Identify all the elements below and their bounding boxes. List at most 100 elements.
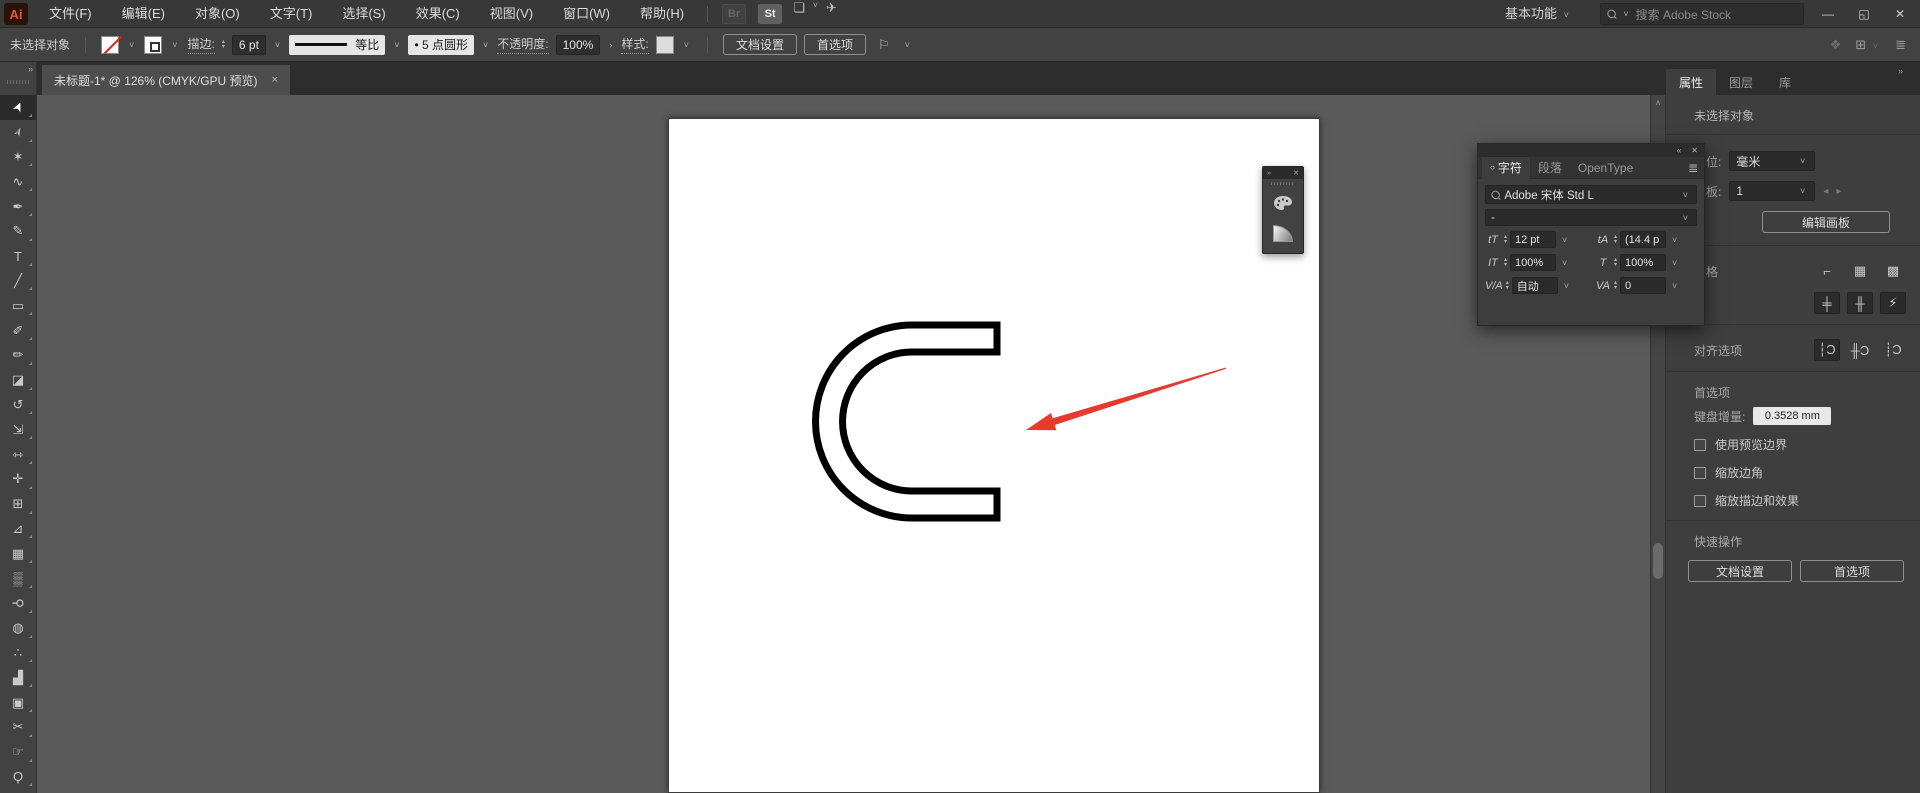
selection-tool[interactable]: ➤ [0,95,36,120]
edit-artboards-button[interactable]: 编辑画板 [1762,211,1890,233]
stock-search-input[interactable]: Ϙ ˅ 搜索 Adobe Stock [1600,3,1804,25]
flag-icon[interactable]: ⚐ [878,37,890,53]
scrollbar-thumb[interactable] [1653,543,1663,579]
color-panel-icon[interactable] [1263,188,1303,218]
bridge-badge-icon[interactable]: Br [722,4,747,24]
canvas-pasteboard[interactable]: » ✕ [37,95,1650,793]
snap-to-point-icon[interactable]: ┆Ɔ [1814,339,1840,361]
chevron-down-icon[interactable]: ˅ [392,40,401,50]
units-select[interactable]: 毫米 ˅ [1729,151,1816,171]
column-graph-tool[interactable]: ▟ [0,665,36,690]
magic-wand-tool[interactable]: ✶ [0,145,36,170]
tab-paragraph[interactable]: 段落 [1530,157,1570,179]
menu-help[interactable]: 帮助(H) [625,0,699,28]
fill-swatch[interactable] [101,35,120,54]
stroke-label[interactable]: 描边: [187,35,215,54]
opacity-field[interactable]: 100% [555,34,601,55]
gradient-tool[interactable]: ▒ [0,566,36,591]
snap-to-pixel-icon[interactable]: ╫ [1847,292,1873,314]
width-tool[interactable]: ⇿ [0,442,36,467]
chevron-down-icon[interactable]: ˅ [813,0,818,28]
chevron-down-icon[interactable]: ˅ [1564,281,1569,291]
zoom-tool[interactable]: Ϙ [0,765,36,790]
minimize-button[interactable]: — [1810,0,1846,28]
mesh-tool[interactable]: ▦ [0,541,36,566]
slice-tool[interactable]: ✂ [0,715,36,740]
workspace-switcher[interactable]: 基本功能 ˅ [1505,0,1572,28]
eyedropper-tool[interactable]: ⚲ [0,591,36,616]
show-grid-icon[interactable]: ▦ [1847,260,1873,282]
brush-select[interactable]: • 5 点圆形 [408,34,475,55]
collapse-icon[interactable]: « [1677,146,1681,155]
menu-select[interactable]: 选择(S) [327,0,400,28]
puppet-warp-tool[interactable]: ✛ [0,467,36,492]
type-tool[interactable]: T [0,244,36,269]
font-style-select[interactable]: - ˅ [1485,209,1697,226]
chevron-down-icon[interactable]: ˅ [1672,258,1677,268]
document-setup-button[interactable]: 文档设置 [722,34,797,55]
panel-grip[interactable] [1271,182,1295,185]
tab-close-icon[interactable]: × [272,74,278,86]
stepper-icon[interactable]: ▴ ▾ [1614,234,1617,245]
rotate-tool[interactable]: ↺ [0,393,36,418]
artboard-select[interactable]: 1 ˅ [1729,181,1816,201]
quick-preferences-button[interactable]: 首选项 [1800,560,1904,582]
perspective-grid-tool[interactable]: ⊿ [0,517,36,542]
tab-layers[interactable]: 图层 [1716,69,1766,95]
chevron-down-icon[interactable]: ˅ [1672,235,1677,245]
snap-to-grid-option-icon[interactable]: ╫Ɔ [1847,339,1873,361]
symbol-sprayer-tool[interactable]: ∴ [0,641,36,666]
stepper-icon[interactable]: ▴ ▾ [1504,257,1507,268]
tracking-field[interactable]: 0 [1620,277,1667,294]
shaper-tool[interactable]: ✏ [0,343,36,368]
chevron-down-icon[interactable]: ˅ [481,40,490,50]
close-icon[interactable]: ✕ [1691,146,1698,155]
stroke-stepper[interactable]: ▴ ▾ [222,39,225,50]
opacity-label[interactable]: 不透明度: [497,35,549,54]
stepper-icon[interactable]: ▴ ▾ [1614,280,1617,291]
chevron-down-icon[interactable]: ˅ [684,40,689,50]
vertical-scale-field[interactable]: 100% [1510,254,1557,271]
shape-builder-tool[interactable]: ⊞ [0,492,36,517]
hand-tool[interactable]: ☞ [0,740,36,765]
next-artboard-icon[interactable]: ▸ [1836,186,1841,197]
show-rulers-icon[interactable]: ⌐ [1814,260,1840,282]
keyboard-increment-input[interactable]: 0.3528 mm [1753,407,1832,425]
chevron-down-icon[interactable]: ˅ [1562,235,1567,245]
toolbar-grip[interactable] [7,80,30,84]
quick-document-setup-button[interactable]: 文档设置 [1688,560,1792,582]
use-preview-bounds-checkbox[interactable] [1694,438,1706,451]
smart-guides-icon[interactable]: ⚡ [1880,292,1906,314]
chevron-down-icon[interactable]: ˅ [129,40,134,50]
stroke-swatch[interactable] [144,35,163,54]
menu-file[interactable]: 文件(F) [34,0,107,28]
rectangle-tool[interactable]: ▭ [0,293,36,318]
arrange-docs-icon[interactable]: ⊞ ˅ [1855,37,1881,53]
chevron-down-icon[interactable]: ˅ [172,40,177,50]
chevron-down-icon[interactable]: ˅ [1672,281,1677,291]
restore-button[interactable]: ◱ [1846,0,1882,28]
grid-view-icon[interactable]: ❖ [1830,37,1842,53]
font-size-field[interactable]: 12 pt [1510,231,1557,248]
tab-libraries[interactable]: 库 [1766,69,1804,95]
kerning-field[interactable]: 自动 [1511,277,1558,294]
width-profile-select[interactable]: 等比 [289,34,386,55]
line-segment-tool[interactable]: ╱ [0,269,36,294]
menu-edit[interactable]: 编辑(E) [107,0,180,28]
tab-opentype[interactable]: OpenType [1570,157,1641,179]
scale-strokes-effects-checkbox[interactable] [1694,494,1706,507]
horizontal-scale-field[interactable]: 100% [1620,254,1667,271]
close-button[interactable]: ✕ [1882,0,1918,28]
dock-collapse-icon[interactable]: » [1898,66,1914,76]
snap-to-grid-icon[interactable]: ╪ [1814,292,1840,314]
stepper-icon[interactable]: ▴ ▾ [1504,234,1507,245]
gradient-panel-icon[interactable] [1263,218,1303,248]
blend-tool[interactable]: ◍ [0,616,36,641]
character-panel-header[interactable]: « ✕ [1478,144,1704,157]
preferences-button[interactable]: 首选项 [803,34,866,55]
paintbrush-tool[interactable]: ✐ [0,318,36,343]
share-icon[interactable]: ✈ [826,0,837,28]
stroke-weight-field[interactable]: 6 pt [231,34,266,55]
menu-object[interactable]: 对象(O) [180,0,255,28]
arrange-documents-icon[interactable]: ❏ [793,0,805,28]
